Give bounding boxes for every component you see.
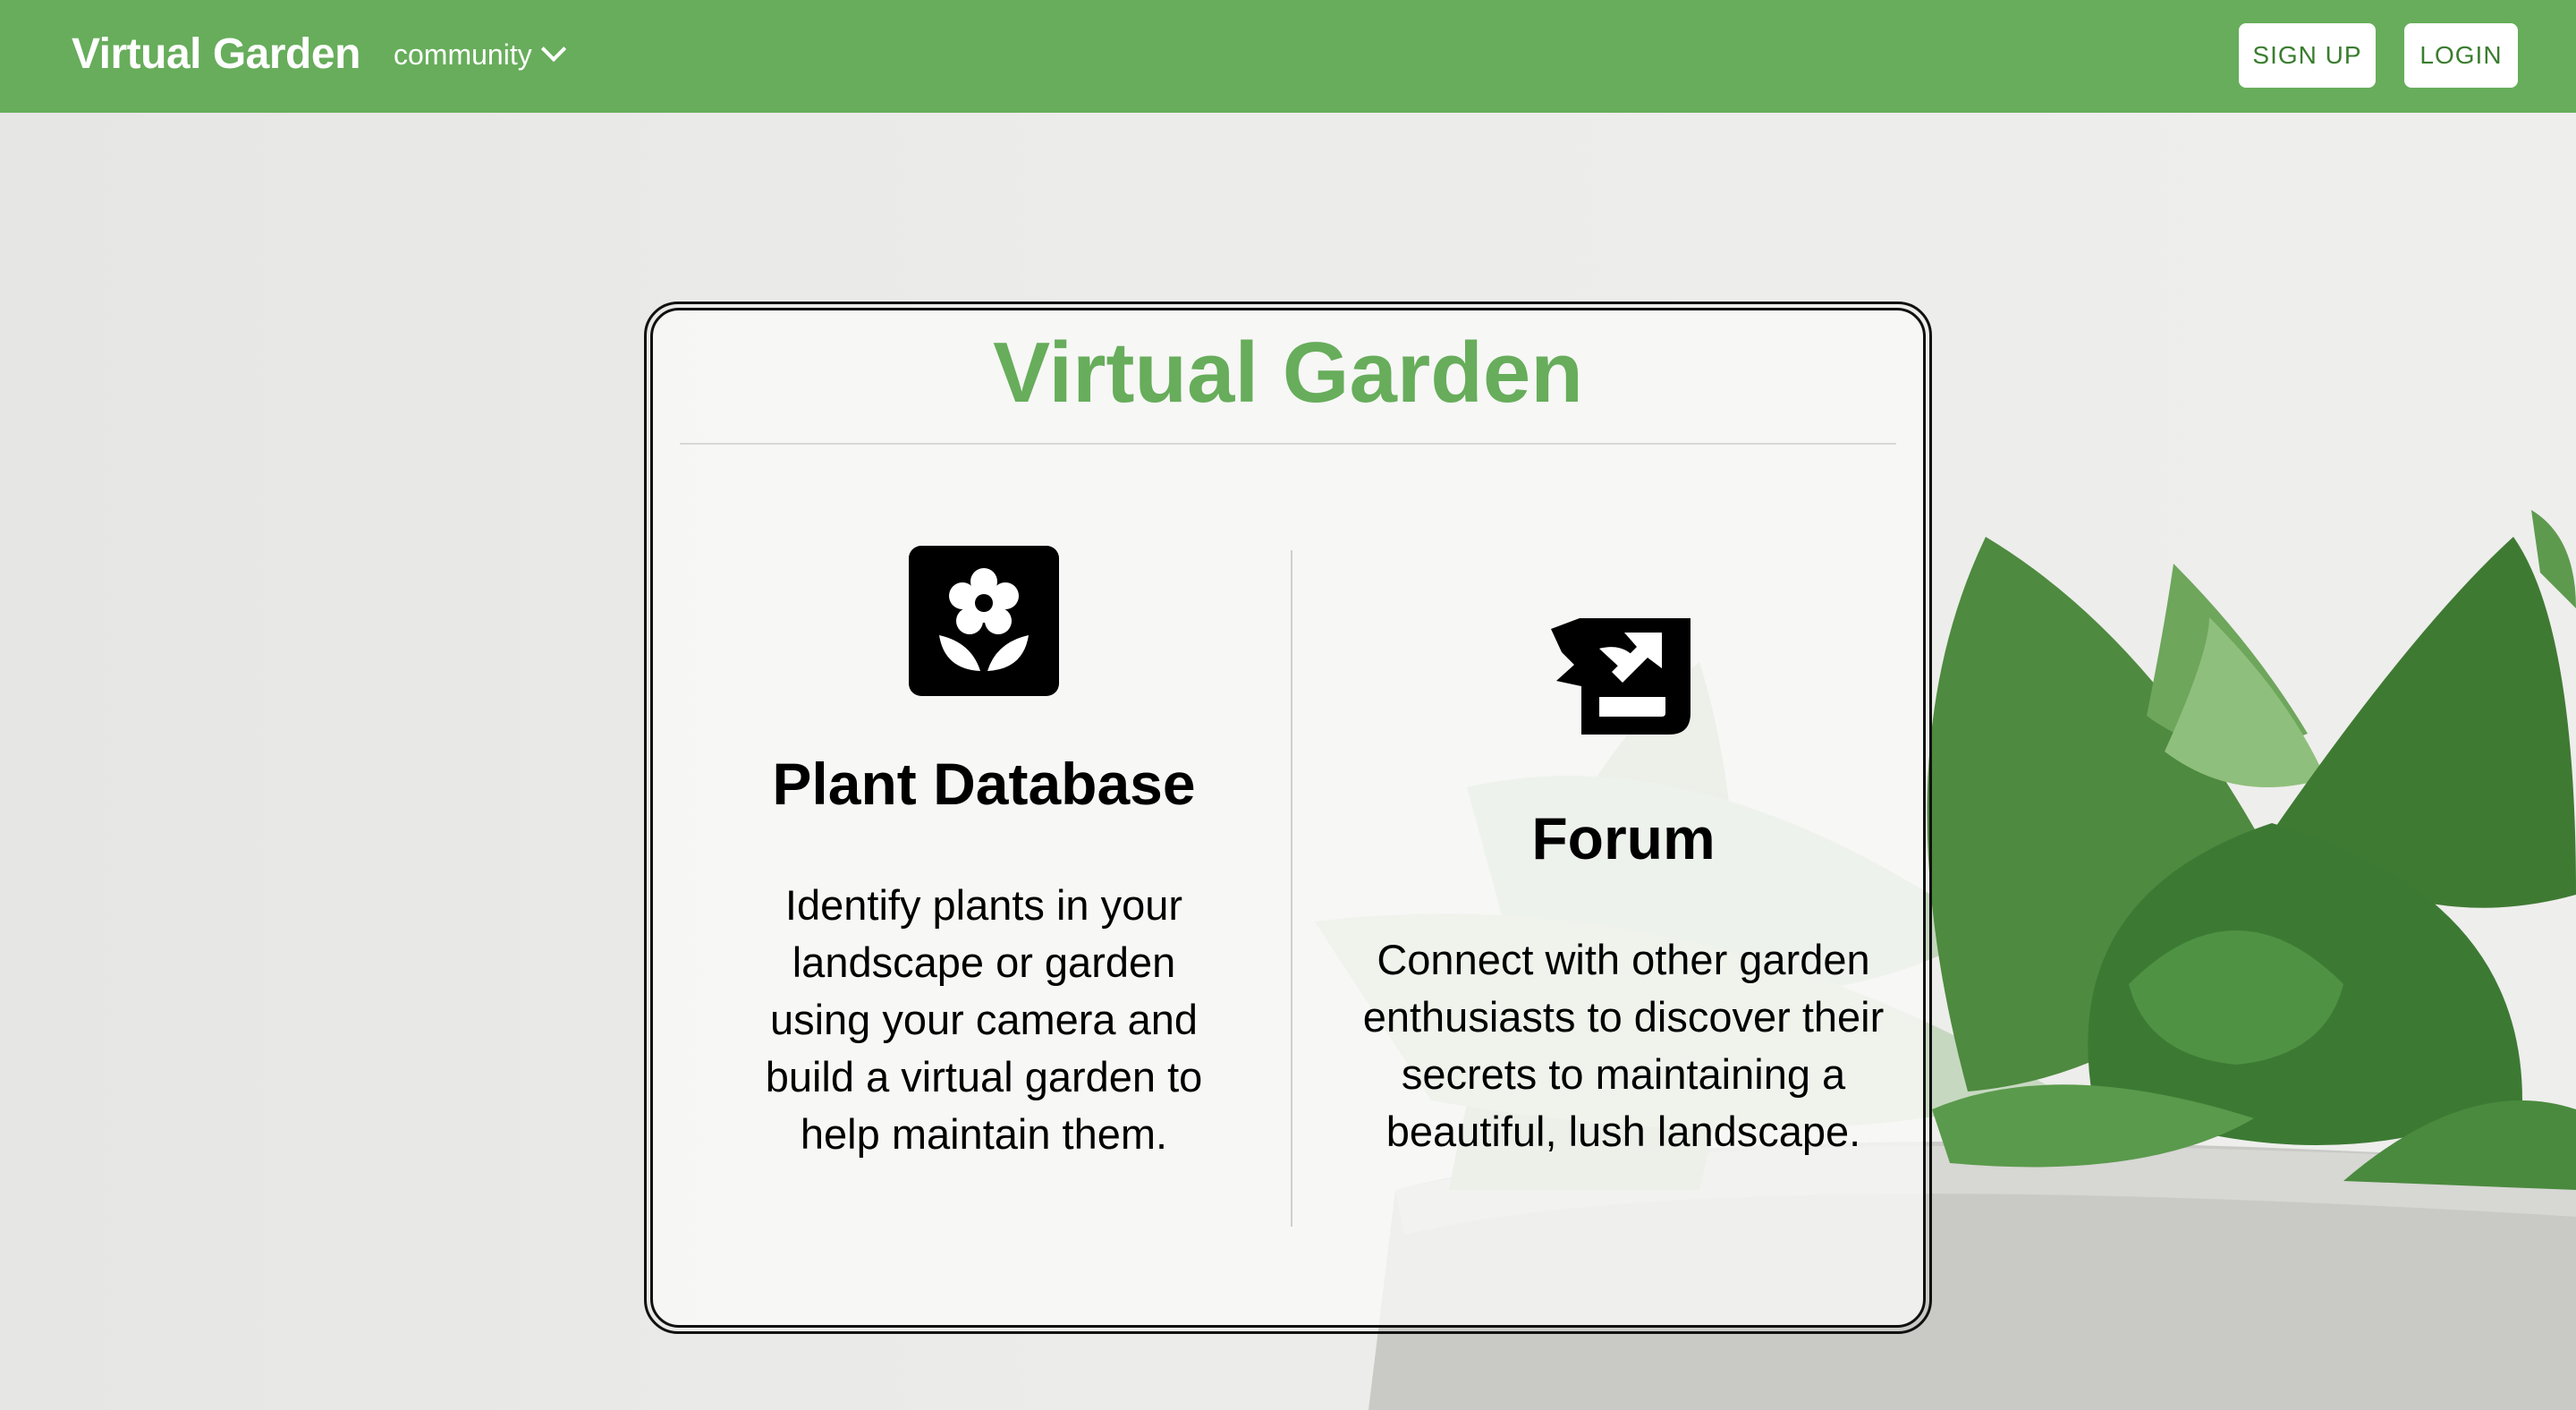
brand-logo-text[interactable]: Virtual Garden	[72, 27, 360, 82]
forum-section[interactable]: Forum Connect with other garden enthusia…	[1337, 615, 1910, 1160]
top-navbar: Virtual Garden community SIGN UP LOGIN	[0, 0, 2576, 113]
community-dropdown[interactable]: community	[394, 36, 566, 73]
plant-database-heading: Plant Database	[772, 751, 1196, 817]
forum-description: Connect with other garden enthusiasts to…	[1362, 936, 1885, 1155]
community-dropdown-label: community	[394, 38, 532, 71]
plant-database-description: Identify plants in your landscape or gar…	[765, 881, 1203, 1158]
card-title: Virtual Garden	[993, 325, 1583, 420]
column-divider	[1291, 550, 1292, 1227]
flower-icon	[909, 546, 1059, 696]
card-title-divider	[680, 443, 1896, 445]
login-button[interactable]: LOGIN	[2404, 23, 2518, 88]
plant-database-section[interactable]: Plant Database Identify plants in your l…	[698, 546, 1270, 1163]
forum-heading: Forum	[1531, 805, 1716, 871]
sign-up-button[interactable]: SIGN UP	[2239, 23, 2376, 88]
feature-card: Virtual Garden Plant Database Identify p…	[644, 302, 1932, 1334]
feature-card-inner: Virtual Garden Plant Database Identify p…	[650, 308, 1926, 1328]
chevron-down-icon	[540, 36, 566, 63]
forum-icon	[1551, 618, 1690, 735]
